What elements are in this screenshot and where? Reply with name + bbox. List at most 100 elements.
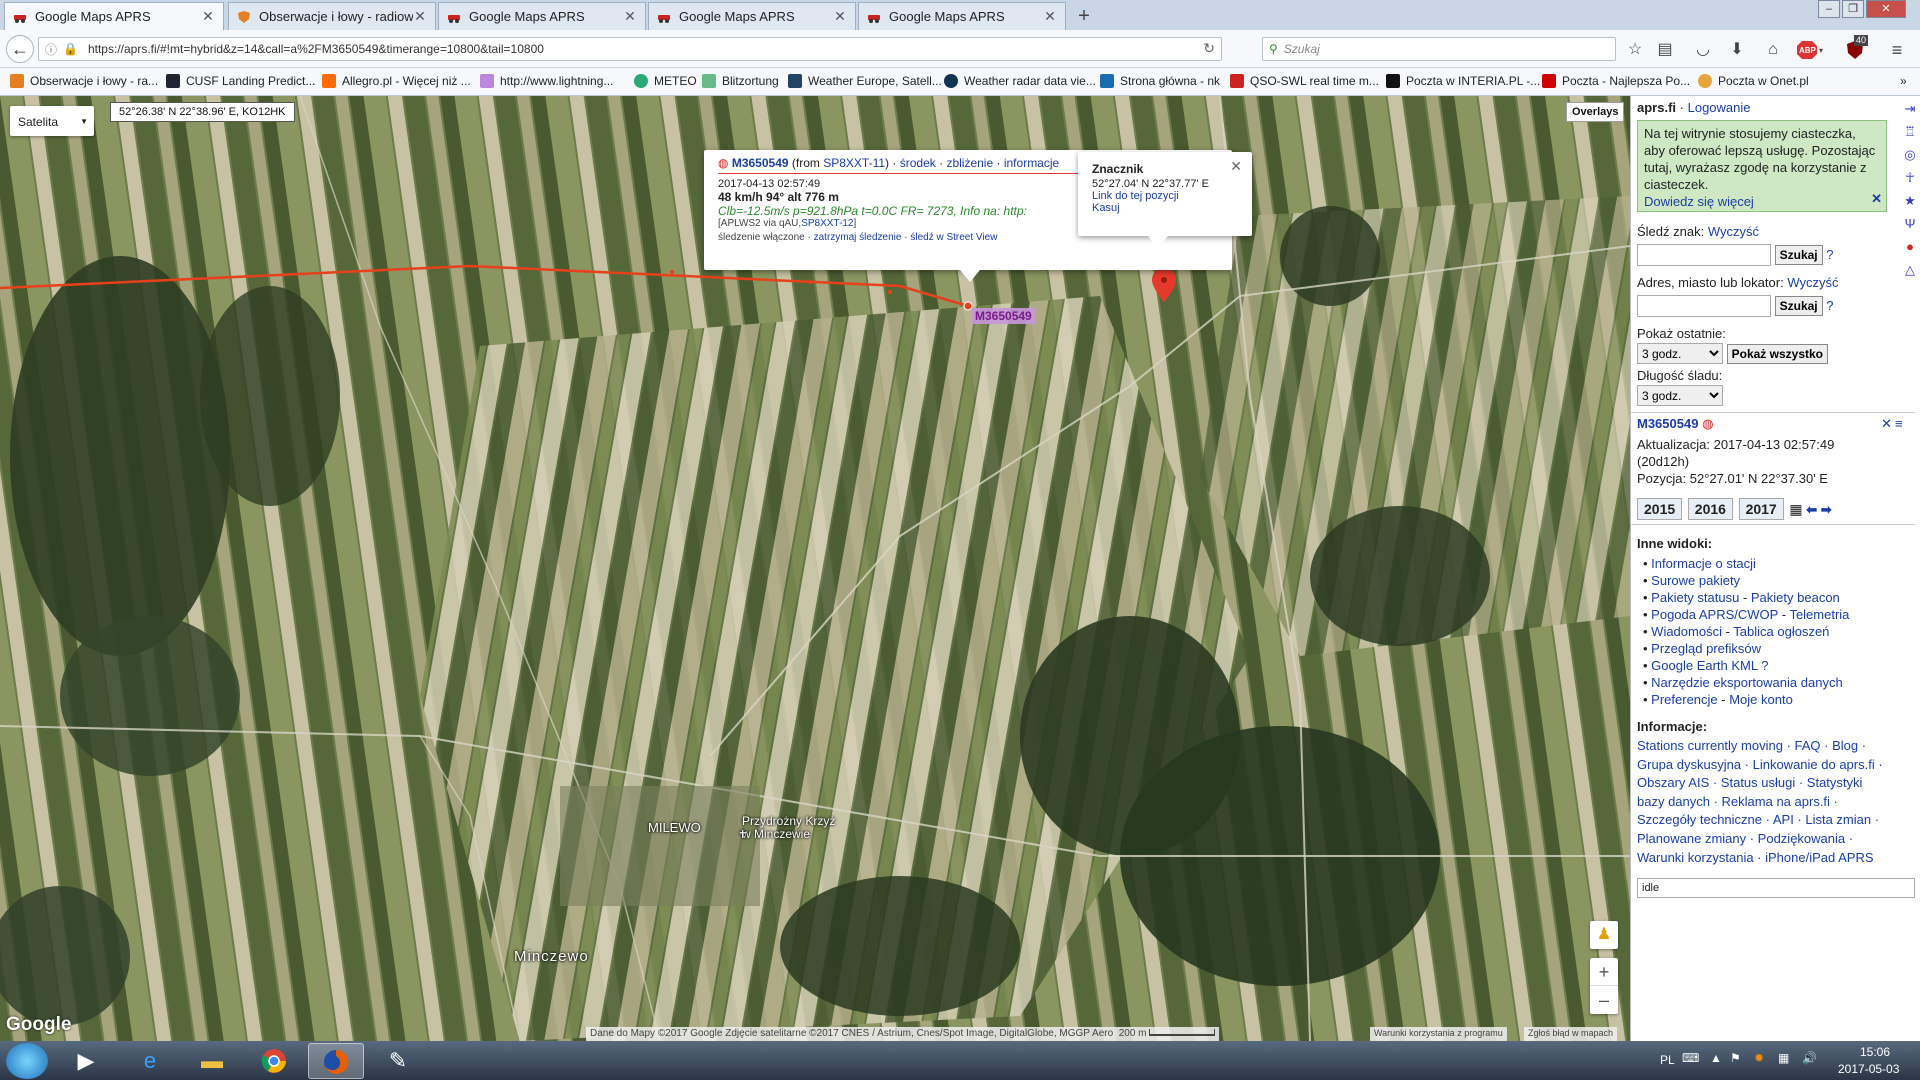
calendar-icon[interactable]: ▦ (1789, 501, 1802, 517)
bookmark-item[interactable]: Poczta - Najlepsza Po... (1542, 74, 1690, 88)
address-clear-link[interactable]: Wyczyść (1787, 275, 1838, 290)
close-icon[interactable]: ✕ (623, 8, 637, 25)
street-view-link[interactable]: śledź w Street View (910, 232, 997, 243)
marker-delete-link[interactable]: Kasuj (1092, 202, 1238, 214)
home-icon[interactable]: ⌂ (1762, 39, 1784, 61)
bookmark-item[interactable]: QSO-SWL real time m... (1230, 74, 1379, 88)
zoom-in-button[interactable]: + (1590, 958, 1618, 986)
track-input[interactable] (1637, 244, 1771, 266)
search-input[interactable]: ⚲ Szukaj (1262, 37, 1616, 61)
adblock-icon[interactable]: ABP ▾ (1796, 39, 1826, 61)
station-label[interactable]: M3650549 (972, 308, 1035, 324)
arrow-right-icon[interactable]: ⇥ (1901, 101, 1919, 119)
star-icon[interactable]: ☆ (1624, 39, 1646, 61)
pegman-icon[interactable]: ♟ (1590, 921, 1618, 949)
close-icon[interactable]: ✕ (1881, 416, 1892, 432)
bookmark-item[interactable]: Obserwacje i łowy - ra... (10, 74, 158, 88)
cookie-learn-more-link[interactable]: Dowiedz się więcej (1644, 193, 1880, 210)
triangle-icon[interactable]: △ (1901, 262, 1919, 280)
tray-arrow-icon[interactable]: ▲ (1710, 1051, 1722, 1065)
map-type-select[interactable]: Satelita ▼ (10, 106, 94, 136)
address-search-button[interactable]: Szukaj (1774, 296, 1823, 316)
restore-button[interactable]: ❐ (1842, 0, 1864, 18)
circle-icon[interactable]: ◎ (1901, 147, 1919, 165)
bookmark-item[interactable]: CUSF Landing Predict... (166, 74, 315, 88)
info-line[interactable]: Warunki korzystania · iPhone/iPad APRS (1637, 849, 1920, 868)
language-indicator[interactable]: PL (1660, 1053, 1675, 1067)
start-button[interactable] (6, 1043, 48, 1079)
popup-zoom-link[interactable]: zbliżenie (946, 156, 993, 170)
bookmark-item[interactable]: Poczta w Onet.pl (1698, 74, 1809, 88)
bookmark-item[interactable]: Strona główna - nk (1100, 74, 1220, 88)
close-icon[interactable]: ✕ (1043, 8, 1057, 25)
arrow-right-icon[interactable]: ➡ (1821, 502, 1832, 517)
terms-link[interactable]: Warunki korzystania z programu (1370, 1027, 1507, 1041)
close-icon[interactable]: ✕ (833, 8, 847, 25)
tab-google-maps-aprs-3[interactable]: Google Maps APRS ✕ (648, 2, 856, 30)
address-help-link[interactable]: ? (1826, 298, 1833, 313)
chrome-icon[interactable] (246, 1043, 302, 1079)
keyboard-icon[interactable]: ⌨ (1682, 1051, 1699, 1065)
reading-list-icon[interactable]: ▤ (1654, 39, 1676, 61)
track-search-button[interactable]: Szukaj (1774, 245, 1823, 265)
more-bookmarks-icon[interactable]: » (1900, 74, 1907, 88)
bookmark-item[interactable]: Allegro.pl - Więcej niż ... (322, 74, 471, 88)
trail-select[interactable]: 3 godz. (1637, 385, 1723, 406)
media-player-icon[interactable]: ▶ (58, 1043, 114, 1079)
arrow-left-icon[interactable]: ⬅ (1806, 502, 1817, 517)
track-clear-link[interactable]: Wyczyść (1708, 224, 1759, 239)
status-field[interactable]: idle (1637, 878, 1915, 898)
network-icon[interactable]: ▦ (1778, 1051, 1789, 1065)
tray-app-icon[interactable]: ✹ (1754, 1051, 1764, 1065)
stop-tracking-link[interactable]: zatrzymaj śledzenie (814, 232, 902, 243)
person-icon[interactable]: ☥ (1901, 170, 1919, 188)
tower-icon[interactable]: ♖ (1901, 124, 1919, 142)
marker-link[interactable]: Link do tej pozycji (1092, 190, 1238, 202)
tab-google-maps-aprs-1[interactable]: Google Maps APRS ✕ (4, 2, 224, 30)
paint-icon[interactable]: ✎ (370, 1043, 426, 1079)
address-input[interactable] (1637, 295, 1771, 317)
clock-time[interactable]: 15:06 (1860, 1045, 1890, 1059)
info-line[interactable]: Szczegóły techniczne · API · Lista zmian… (1637, 811, 1920, 830)
menu-icon[interactable]: ≡ (1886, 39, 1908, 61)
antenna-icon[interactable]: Ψ (1901, 216, 1919, 234)
popup-center-link[interactable]: środek (900, 156, 936, 170)
star-icon[interactable]: ★ (1901, 193, 1919, 211)
close-icon[interactable]: ✕ (1230, 158, 1242, 175)
show-all-button[interactable]: Pokaż wszystko (1726, 343, 1828, 364)
bookmark-item[interactable]: Blitzortung (702, 74, 779, 88)
flag-icon[interactable]: ⚑ (1730, 1051, 1741, 1065)
popup-info-link[interactable]: informacje (1004, 156, 1059, 170)
bookmark-item[interactable]: Weather Europe, Satell... (788, 74, 942, 88)
bookmark-item[interactable]: Weather radar data vie... (944, 74, 1096, 88)
url-bar[interactable]: ⓘ 🔒 https://aprs.fi/#!mt=hybrid&z=14&cal… (38, 37, 1222, 61)
info-icon[interactable]: ⓘ (45, 41, 57, 58)
folder-icon[interactable]: ▬ (184, 1043, 240, 1079)
info-line[interactable]: Obszary AIS · Status usługi · Statystyki (1637, 774, 1920, 793)
info-line[interactable]: Stations currently moving · FAQ · Blog · (1637, 737, 1920, 756)
firefox-icon[interactable] (308, 1043, 364, 1079)
new-tab-button[interactable]: + (1072, 4, 1096, 28)
close-icon[interactable]: ✕ (413, 8, 427, 25)
map-canvas[interactable]: Satelita ▼ 52°26.38' N 22°38.96' E, KO12H… (0, 96, 1630, 1041)
bookmark-item[interactable]: http://www.lightning... (480, 74, 613, 88)
popup-from-link[interactable]: SP8XXT-11 (823, 156, 885, 170)
year-2017-button[interactable]: 2017 (1738, 498, 1784, 520)
ublock-icon[interactable]: 40 (1844, 35, 1869, 61)
info-line[interactable]: Grupa dyskusyjna · Linkowanie do aprs.fi… (1637, 756, 1920, 775)
window-close-button[interactable]: ✕ (1866, 0, 1906, 18)
tab-google-maps-aprs-4[interactable]: Google Maps APRS ✕ (858, 2, 1066, 30)
clock-date[interactable]: 2017-05-03 (1838, 1062, 1899, 1076)
show-last-select[interactable]: 3 godz. (1637, 343, 1723, 364)
tab-obserwacje[interactable]: Obserwacje i łowy - radiowe ✕ (228, 2, 436, 30)
reload-icon[interactable]: ↻ (1203, 40, 1215, 57)
red-circle-icon[interactable]: ● (1901, 239, 1919, 257)
pocket-icon[interactable]: ◡ (1692, 39, 1714, 61)
tab-google-maps-aprs-2[interactable]: Google Maps APRS ✕ (438, 2, 646, 30)
report-error-link[interactable]: Zgłoś błąd w mapach (1524, 1027, 1618, 1041)
year-2016-button[interactable]: 2016 (1687, 498, 1733, 520)
overlays-button[interactable]: Overlays (1566, 102, 1625, 122)
info-line[interactable]: Planowane zmiany · Podziękowania · (1637, 830, 1920, 849)
zoom-out-button[interactable]: – (1590, 986, 1618, 1014)
bookmark-item[interactable]: Poczta w INTERIA.PL -... (1386, 74, 1540, 88)
